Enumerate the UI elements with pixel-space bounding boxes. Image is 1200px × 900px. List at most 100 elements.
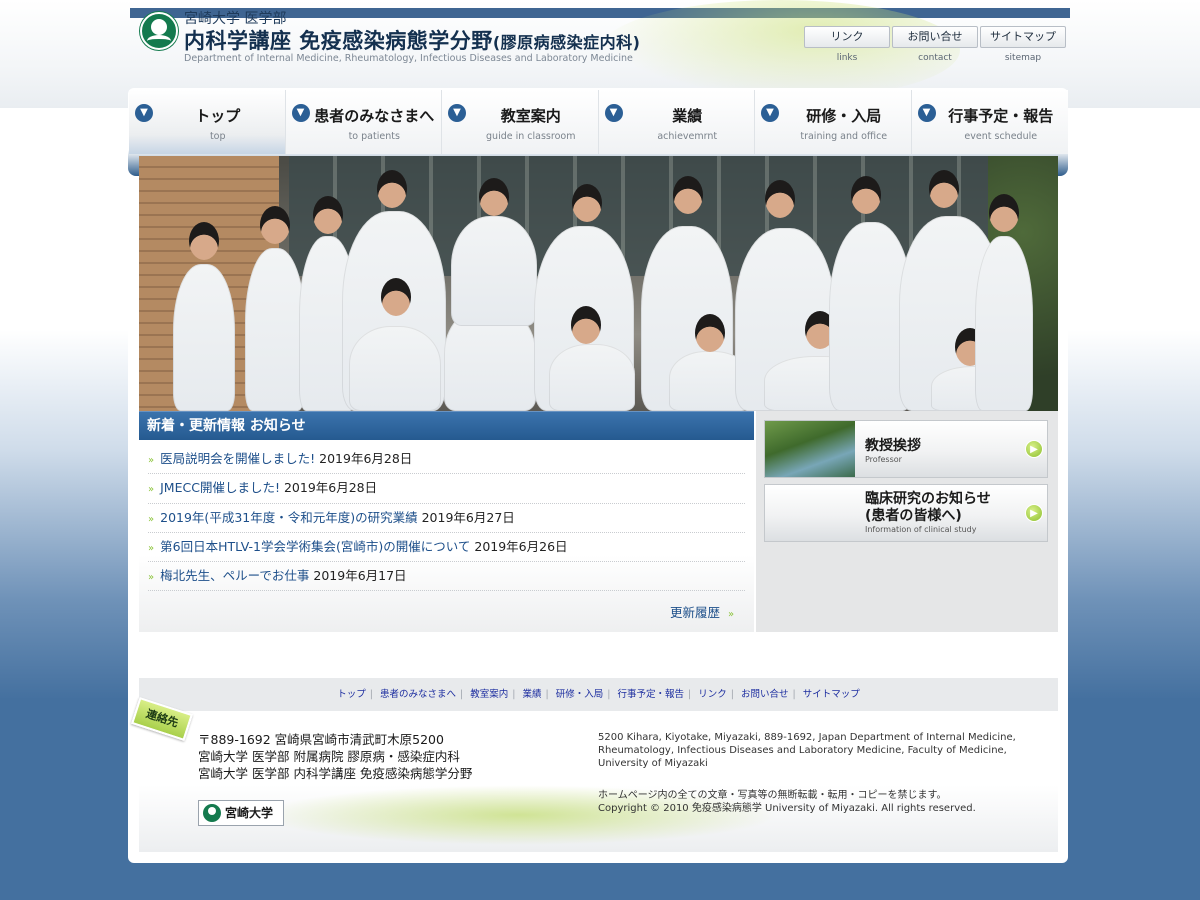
nav-label: 業績	[672, 107, 703, 125]
sitemap-button[interactable]: サイトマップ	[980, 26, 1066, 48]
copyright-text: Copyright © 2010 免疫感染病態学 University of M…	[598, 803, 976, 814]
site-title[interactable]: 内科学講座 免疫感染病態学分野(膠原病感染症内科)	[184, 25, 640, 55]
photo-person	[245, 248, 305, 411]
site-title-english: Department of Internal Medicine, Rheumat…	[184, 53, 633, 64]
nav-label: トップ	[195, 107, 241, 125]
double-chevron-icon: »	[148, 572, 155, 584]
footer-link-sitemap[interactable]: サイトマップ	[803, 689, 860, 700]
nav-sub: guide in classroom	[486, 131, 576, 142]
nav-sub: top	[209, 131, 226, 142]
news-link[interactable]: 医局説明会を開催しました!	[160, 451, 315, 466]
nav-patients[interactable]: ▼ 患者のみなさまへ to patients	[286, 90, 442, 154]
sitemap-sub: sitemap	[1004, 53, 1042, 63]
news-date: 2019年6月28日	[319, 451, 413, 466]
footer-link-guide[interactable]: 教室案内	[470, 689, 508, 700]
news-item: » JMECC開催しました! 2019年6月28日	[148, 474, 745, 504]
photo-person	[349, 326, 441, 411]
address-english: 5200 Kihara, Kiyotake, Miyazaki, 889-169…	[598, 732, 1016, 769]
nav-guide[interactable]: ▼ 教室案内 guide in classroom	[442, 90, 599, 154]
footer-link-links[interactable]: リンク	[698, 689, 727, 700]
news-list: » 医局説明会を開催しました! 2019年6月28日 » JMECC開催しました! 20…	[148, 445, 745, 592]
contact-button[interactable]: お問い合せ	[892, 26, 978, 48]
news-link[interactable]: 2019年(平成31年度・令和元年度)の研究業績	[160, 510, 417, 525]
footer-link-training[interactable]: 研修・入局	[556, 689, 604, 700]
photo-person	[975, 236, 1033, 411]
separator: |	[607, 689, 611, 700]
double-chevron-icon: »	[148, 455, 155, 466]
nav-top[interactable]: ▼ トップ top	[129, 90, 286, 154]
news-link[interactable]: 第6回日本HTLV-1学会学術集会(宮崎市)の開催について	[160, 539, 470, 554]
university-footer-logo[interactable]: 宮崎大学	[198, 800, 284, 826]
arrow-right-icon: ▶	[1025, 440, 1043, 458]
banner-title: 教授挨拶	[865, 438, 921, 454]
separator: |	[512, 689, 516, 700]
news-link[interactable]: 梅北先生、ペルーでお仕事	[160, 568, 309, 583]
footer-nav: トップ | 患者のみなさまへ | 教室案内 | 業績 | 研修・入局 | 行事予定・報告 |…	[139, 678, 1058, 711]
address-line: 〒889-1692 宮崎県宮崎市清武町木原5200	[198, 732, 444, 747]
contact-sub: contact	[918, 53, 952, 63]
news-item: » 医局説明会を開催しました! 2019年6月28日	[148, 445, 745, 475]
hero-group-photo	[139, 156, 1058, 411]
separator: |	[792, 689, 796, 700]
photo-person-head	[377, 170, 407, 208]
news-history-label: 更新履歴	[670, 605, 721, 620]
banner-sub: Professor	[865, 455, 902, 464]
photo-person-head	[381, 278, 411, 316]
nav-label: 患者のみなさまへ	[314, 107, 435, 125]
banner-title-line2: (患者の皆様へ)	[865, 508, 962, 524]
footer-link-events[interactable]: 行事予定・報告	[617, 689, 684, 700]
news-date: 2019年6月27日	[421, 509, 515, 525]
professor-greeting-banner[interactable]: 教授挨拶 Professor ▶	[764, 420, 1048, 478]
nav-sub: achievemrnt	[657, 131, 718, 142]
news-history-link[interactable]: 更新履歴 »	[670, 602, 734, 621]
photo-person-head	[929, 170, 959, 208]
double-chevron-icon: »	[148, 484, 155, 496]
university-logo-icon[interactable]	[140, 12, 178, 50]
copyright-block: ホームページ内の全ての文章・写真等の無断転載・転用・コピーを禁じます。 Copy…	[598, 789, 976, 815]
address-japanese: 〒889-1692 宮崎県宮崎市清武町木原5200 宮崎大学 医学部 附属病院 …	[198, 731, 472, 782]
photo-person-head	[695, 314, 725, 352]
photo-person-head	[673, 176, 703, 214]
news-item: » 2019年(平成31年度・令和元年度)の研究業績 2019年6月27日	[148, 504, 745, 533]
university-logo-icon	[203, 804, 221, 822]
news-heading: 新着・更新情報 お知らせ	[139, 411, 754, 440]
separator: |	[730, 689, 734, 700]
news-date: 2019年6月28日	[283, 480, 378, 496]
separator: |	[369, 689, 373, 700]
banner-title-line1: 臨床研究のお知らせ	[865, 491, 991, 507]
nav-label: 研修・入局	[806, 107, 882, 125]
separator: |	[460, 689, 464, 700]
photo-person-head	[479, 178, 509, 216]
util-contact[interactable]: お問い合せ contact	[892, 26, 978, 63]
util-links[interactable]: リンク links	[804, 26, 890, 63]
news-date: 2019年6月26日	[474, 538, 568, 554]
nav-sub: to patients	[348, 131, 400, 142]
landscape-thumbnail	[765, 421, 855, 477]
separator: |	[688, 689, 692, 700]
photo-person-head	[313, 196, 343, 234]
arrow-right-icon: ▶	[1025, 504, 1043, 522]
address-line: 宮崎大学 医学部 附属病院 膠原病・感染症内科	[198, 749, 460, 764]
double-chevron-icon: »	[728, 609, 735, 620]
global-nav: ▼ トップ top ▼ 患者のみなさまへ to patients ▼ 教室案内 …	[129, 90, 1068, 154]
banner-title: 臨床研究のお知らせ (患者の皆様へ)	[865, 491, 991, 525]
footer-link-contact[interactable]: お問い合せ	[741, 689, 789, 700]
clinical-study-banner[interactable]: 臨床研究のお知らせ (患者の皆様へ) Information of clinica…	[764, 484, 1048, 542]
nav-events[interactable]: ▼ 行事予定・報告 event schedule	[912, 90, 1069, 154]
footer-link-patients[interactable]: 患者のみなさまへ	[380, 689, 456, 700]
photo-person-head	[571, 306, 601, 344]
news-link[interactable]: JMECC開催しました!	[160, 480, 280, 495]
links-button[interactable]: リンク	[804, 26, 890, 48]
separator: |	[545, 689, 549, 700]
footer-link-top[interactable]: トップ	[337, 689, 366, 700]
util-sitemap[interactable]: サイトマップ sitemap	[980, 26, 1066, 63]
photo-person	[549, 344, 635, 411]
news-item: » 梅北先生、ペルーでお仕事 2019年6月17日	[148, 562, 745, 592]
footer-link-achievement[interactable]: 業績	[522, 689, 541, 700]
photo-person-head	[851, 176, 881, 214]
nav-achievement[interactable]: ▼ 業績 achievemrnt	[599, 90, 755, 154]
photo-person	[451, 216, 537, 326]
links-sub: links	[836, 53, 858, 63]
nav-training[interactable]: ▼ 研修・入局 training and office	[755, 90, 912, 154]
double-chevron-icon: »	[148, 513, 155, 525]
